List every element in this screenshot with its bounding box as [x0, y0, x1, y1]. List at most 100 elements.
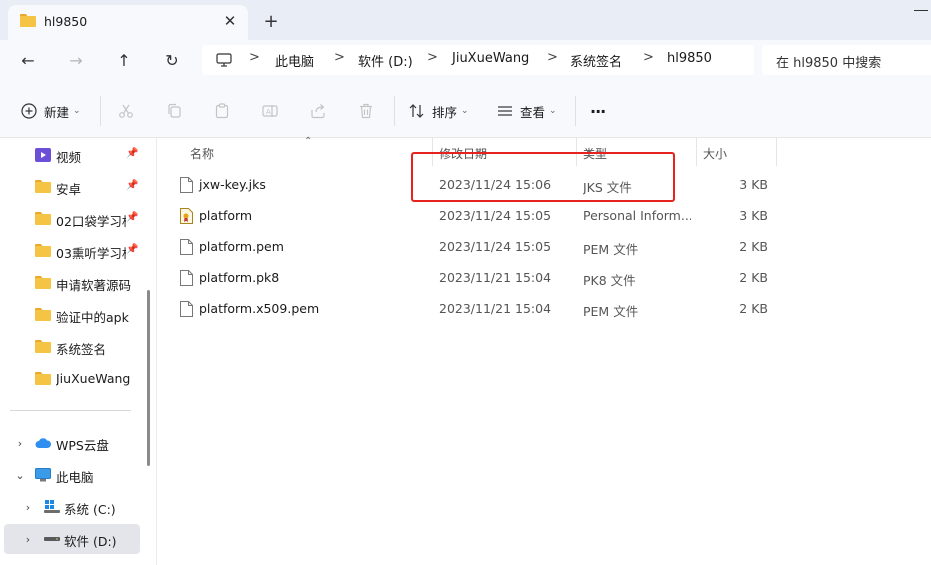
- file-icon: [180, 177, 193, 193]
- up-button[interactable]: ↑: [112, 49, 136, 71]
- breadcrumb-drive-d[interactable]: 软件 (D:): [358, 51, 413, 70]
- address-row: ← → ↑ ↻ > 此电脑 > 软件 (D:) > JiuXueWang > 系…: [0, 40, 931, 82]
- sidebar-item-this-pc[interactable]: ⌄ 此电脑: [4, 460, 140, 490]
- cut-button[interactable]: [117, 100, 135, 122]
- rename-icon: A: [262, 105, 278, 117]
- certificate-file-icon: [180, 208, 193, 224]
- search-input[interactable]: 在 hl9850 中搜索: [762, 45, 931, 75]
- video-folder-icon: [35, 148, 51, 162]
- copy-button[interactable]: [165, 100, 183, 122]
- drive-icon: [44, 537, 60, 541]
- file-type: PEM 文件: [583, 304, 639, 319]
- new-tab-button[interactable]: +: [260, 10, 282, 32]
- sidebar-item-android[interactable]: 安卓 📌: [4, 172, 140, 202]
- file-size: 2 KB: [739, 270, 768, 285]
- sidebar-item-label: 系统签名: [56, 342, 107, 357]
- view-button[interactable]: 查看 ⌄: [496, 100, 557, 122]
- breadcrumb-separator[interactable]: >: [249, 50, 260, 65]
- file-size: 2 KB: [739, 239, 768, 254]
- file-date: 2023/11/21 15:04: [439, 301, 552, 316]
- file-size: 2 KB: [739, 301, 768, 316]
- folder-icon: [20, 14, 36, 28]
- sidebar-item-jiuxuewang[interactable]: JiuXueWang: [4, 364, 140, 394]
- view-icon: [498, 106, 512, 116]
- sidebar-item-02[interactable]: 02口袋学习机 📌: [4, 204, 140, 234]
- sidebar-item-drive-c[interactable]: › 系统 (C:): [4, 492, 140, 522]
- breadcrumb-system-sign[interactable]: 系统签名: [570, 51, 622, 70]
- paste-button[interactable]: [213, 100, 231, 122]
- address-bar[interactable]: > 此电脑 > 软件 (D:) > JiuXueWang > 系统签名 > hl…: [202, 45, 754, 75]
- tab-hl9850[interactable]: hl9850 ✕: [8, 5, 248, 40]
- column-header-type[interactable]: 类型: [583, 145, 607, 162]
- sidebar-item-apk[interactable]: 验证中的apk: [4, 300, 140, 330]
- sidebar-item-system-sign[interactable]: 系统签名: [4, 332, 140, 362]
- file-icon: [180, 239, 193, 255]
- delete-button[interactable]: [357, 100, 375, 122]
- chevron-down-icon: ⌄: [461, 106, 469, 116]
- sort-label: 排序: [432, 104, 458, 120]
- sidebar-scrollbar[interactable]: [147, 290, 150, 466]
- monitor-icon[interactable]: [216, 52, 232, 68]
- back-button[interactable]: ←: [16, 49, 40, 71]
- breadcrumb-jiuxuewang[interactable]: JiuXueWang: [452, 51, 529, 66]
- share-button[interactable]: [309, 100, 327, 122]
- sidebar-item-label: 验证中的apk: [56, 310, 129, 325]
- chevron-right-icon[interactable]: ›: [21, 500, 35, 514]
- file-name: jxw-key.jks: [199, 177, 266, 192]
- close-icon[interactable]: ✕: [220, 11, 240, 31]
- sidebar-item-software-copyright[interactable]: 申请软著源码: [4, 268, 140, 298]
- column-divider[interactable]: [696, 138, 697, 166]
- new-button[interactable]: 新建 ⌄: [20, 100, 81, 122]
- table-row[interactable]: jxw-key.jks 2023/11/24 15:06 JKS 文件 3 KB: [170, 170, 780, 200]
- breadcrumb-separator[interactable]: >: [547, 50, 558, 65]
- sidebar-item-wps-cloud[interactable]: › WPS云盘: [4, 428, 140, 458]
- breadcrumb-hl9850[interactable]: hl9850: [667, 51, 712, 66]
- cut-icon: [119, 104, 133, 118]
- chevron-down-icon[interactable]: ⌄: [13, 468, 27, 482]
- rename-button[interactable]: A: [261, 100, 279, 122]
- breadcrumb-separator[interactable]: >: [427, 50, 438, 65]
- sidebar-item-label: WPS云盘: [56, 438, 109, 453]
- table-row[interactable]: platform.pem 2023/11/24 15:05 PEM 文件 2 K…: [170, 232, 780, 262]
- chevron-right-icon[interactable]: ›: [21, 532, 35, 546]
- column-header-label: 修改日期: [439, 147, 488, 161]
- column-header-size[interactable]: 大小: [703, 145, 727, 162]
- breadcrumb-this-pc[interactable]: 此电脑: [275, 51, 314, 70]
- delete-icon: [360, 103, 372, 119]
- column-header-name[interactable]: 名称: [190, 145, 214, 162]
- file-type: PEM 文件: [583, 242, 639, 257]
- windows-drive-icon: [44, 500, 60, 513]
- sidebar-item-label: 视频: [56, 150, 82, 165]
- column-divider[interactable]: [432, 138, 433, 166]
- cloud-icon: [35, 438, 51, 448]
- more-icon: ···: [590, 101, 606, 121]
- column-divider[interactable]: [576, 138, 577, 166]
- refresh-button[interactable]: ↻: [160, 49, 184, 71]
- new-label: 新建: [44, 104, 70, 120]
- breadcrumb-separator[interactable]: >: [643, 50, 654, 65]
- file-date: 2023/11/21 15:04: [439, 270, 552, 285]
- sidebar-item-03[interactable]: 03熏听学习机 📌: [4, 236, 140, 266]
- column-header-date[interactable]: 修改日期: [439, 145, 487, 162]
- table-row[interactable]: platform.pk8 2023/11/21 15:04 PK8 文件 2 K…: [170, 263, 780, 293]
- table-row[interactable]: platform.x509.pem 2023/11/21 15:04 PEM 文…: [170, 294, 780, 324]
- file-date: 2023/11/24 15:05: [439, 239, 552, 254]
- forward-button[interactable]: →: [64, 49, 88, 71]
- sidebar-item-label: 03熏听学习机: [56, 246, 126, 261]
- tab-bar: hl9850 ✕ +: [0, 0, 931, 40]
- sidebar-item-label: JiuXueWang: [56, 371, 131, 386]
- command-bar: 新建 ⌄ A 排序 ⌄ 查看 ⌄ ···: [0, 82, 931, 138]
- table-row[interactable]: platform 2023/11/24 15:05 Personal Infor…: [170, 201, 780, 231]
- minimize-button[interactable]: [914, 6, 928, 16]
- breadcrumb-separator[interactable]: >: [334, 50, 345, 65]
- sidebar-item-drive-d[interactable]: › 软件 (D:): [4, 524, 140, 554]
- pin-icon: 📌: [126, 212, 139, 223]
- sidebar-item-videos[interactable]: 视频 📌: [4, 140, 140, 170]
- more-button[interactable]: ···: [590, 100, 606, 122]
- chevron-right-icon[interactable]: ›: [13, 436, 27, 450]
- computer-icon: [35, 468, 51, 482]
- column-header-label: 名称: [190, 147, 215, 161]
- column-divider[interactable]: [776, 138, 777, 166]
- sort-button[interactable]: 排序 ⌄: [408, 100, 469, 122]
- sidebar-item-label: 02口袋学习机: [56, 214, 126, 229]
